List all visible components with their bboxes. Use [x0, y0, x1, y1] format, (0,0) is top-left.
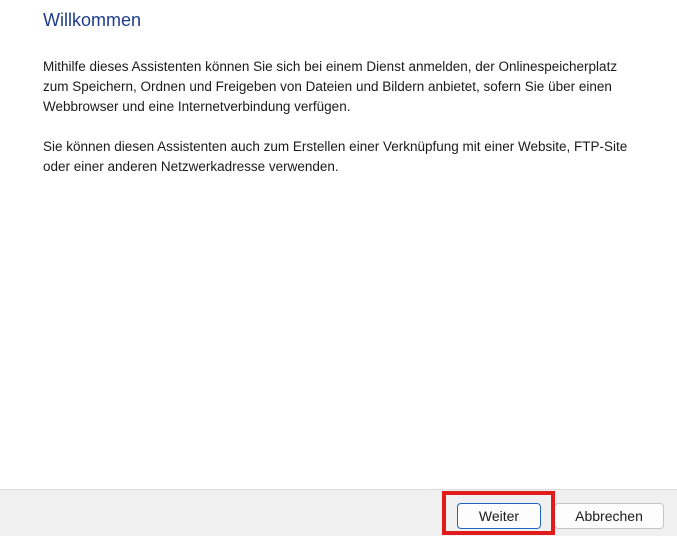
wizard-content: Willkommen Mithilfe dieses Assistenten k…	[0, 0, 677, 489]
cancel-button[interactable]: Abbrechen	[554, 503, 664, 529]
secondary-paragraph: Sie können diesen Assistenten auch zum E…	[43, 139, 628, 174]
intro-paragraph: Mithilfe dieses Assistenten können Sie s…	[43, 59, 618, 114]
next-button[interactable]: Weiter	[457, 503, 541, 529]
page-title: Willkommen	[43, 10, 142, 30]
wizard-footer: Weiter Abbrechen	[0, 489, 677, 536]
wizard-dialog: Willkommen Mithilfe dieses Assistenten k…	[0, 0, 677, 536]
